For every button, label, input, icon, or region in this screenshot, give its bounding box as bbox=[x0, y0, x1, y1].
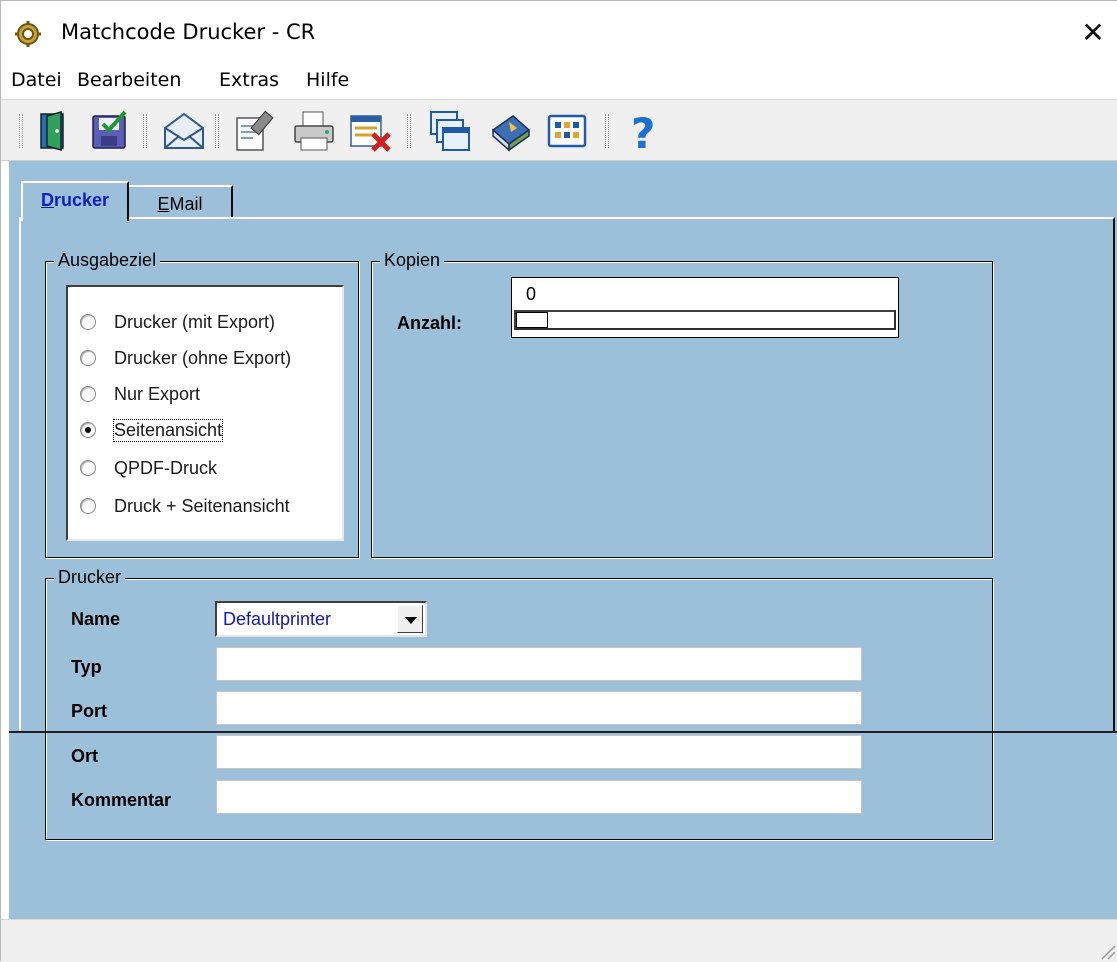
email-envelope-icon bbox=[164, 112, 204, 149]
radio-button[interactable] bbox=[80, 498, 96, 514]
exit-door-icon bbox=[40, 111, 64, 151]
anzahl-slider[interactable] bbox=[514, 310, 896, 330]
radio-label: Drucker (ohne Export) bbox=[114, 347, 292, 368]
gear-icon bbox=[15, 21, 41, 47]
tab-drucker[interactable]: Drucker bbox=[21, 181, 129, 221]
typ-label: Typ bbox=[71, 657, 102, 677]
radio-qpdf-druck[interactable]: QPDF-Druck bbox=[80, 455, 217, 481]
printer-name-value: Defaultprinter bbox=[223, 609, 332, 629]
menu-extras[interactable]: Extras bbox=[219, 69, 279, 91]
drucker-legend: Drucker bbox=[54, 567, 126, 588]
tab-email-label: Mail bbox=[169, 194, 203, 214]
anzahl-value: 0 bbox=[526, 284, 537, 304]
chevron-down-icon[interactable] bbox=[397, 605, 423, 633]
radio-button[interactable] bbox=[80, 350, 96, 366]
ausgabeziel-radio-list: Drucker (mit Export) Drucker (ohne Expor… bbox=[66, 285, 344, 541]
ort-field[interactable] bbox=[216, 735, 862, 769]
title-bar: Matchcode Drucker - CR ✕ bbox=[1, 1, 1117, 65]
panel-bottom-border bbox=[9, 731, 1117, 733]
book-icon bbox=[491, 115, 531, 152]
app-window: Matchcode Drucker - CR ✕ Datei Bearbeite… bbox=[0, 0, 1117, 962]
name-label: Name bbox=[71, 609, 121, 629]
save-button[interactable] bbox=[87, 108, 133, 154]
print-button[interactable] bbox=[291, 108, 337, 154]
radio-button-checked[interactable] bbox=[80, 422, 96, 438]
port-field[interactable] bbox=[216, 691, 862, 725]
tab-email[interactable]: EMail bbox=[129, 185, 233, 219]
menu-bearbeiten[interactable]: Bearbeiten bbox=[77, 69, 181, 91]
radio-button[interactable] bbox=[80, 314, 96, 330]
help-button[interactable]: ? bbox=[621, 108, 667, 158]
toolbar-separator bbox=[19, 114, 23, 148]
anzahl-spinner[interactable]: 0 bbox=[511, 277, 899, 338]
close-button[interactable]: ✕ bbox=[1071, 11, 1115, 55]
radio-nur-export[interactable]: Nur Export bbox=[80, 381, 200, 407]
menu-bar: Datei Bearbeiten Extras Hilfe bbox=[1, 65, 1117, 99]
radio-label: Seitenansicht bbox=[112, 418, 224, 442]
tab-drucker-label: rucker bbox=[53, 190, 110, 210]
grid-view-icon bbox=[547, 114, 587, 148]
kommentar-label: Kommentar bbox=[71, 790, 172, 810]
toolbar-separator bbox=[605, 114, 609, 148]
delete-list-icon bbox=[350, 115, 391, 152]
radio-drucker-ohne-export[interactable]: Drucker (ohne Export) bbox=[80, 345, 291, 371]
delete-button[interactable] bbox=[347, 108, 393, 154]
radio-label: Nur Export bbox=[114, 383, 201, 404]
radio-seitenansicht[interactable]: Seitenansicht bbox=[80, 417, 224, 443]
ausgabeziel-legend: Ausgabeziel bbox=[54, 250, 161, 271]
toolbar-separator bbox=[215, 114, 219, 148]
tab-drucker-mnemonic: D bbox=[40, 190, 54, 210]
close-icon: ✕ bbox=[1081, 16, 1105, 49]
kommentar-field[interactable] bbox=[216, 780, 862, 814]
save-check-icon bbox=[92, 110, 127, 149]
radio-label: Drucker (mit Export) bbox=[114, 311, 276, 332]
resize-grip-icon[interactable] bbox=[1098, 942, 1116, 960]
status-bar bbox=[1, 919, 1117, 962]
toolbar-separator bbox=[407, 114, 411, 148]
typ-field[interactable] bbox=[216, 647, 862, 681]
radio-label: Druck + Seitenansicht bbox=[114, 495, 290, 516]
printer-name-select[interactable]: Defaultprinter bbox=[215, 601, 427, 637]
svg-text:?: ? bbox=[631, 109, 655, 154]
port-label: Port bbox=[71, 701, 107, 721]
copy-windows-icon bbox=[430, 111, 470, 151]
menu-datei[interactable]: Datei bbox=[11, 69, 62, 91]
edit-document-icon bbox=[236, 110, 274, 151]
edit-button[interactable] bbox=[231, 108, 277, 154]
copy-button[interactable] bbox=[427, 108, 473, 154]
toolbar: ? bbox=[1, 99, 1117, 161]
radio-button[interactable] bbox=[80, 460, 96, 476]
toolbar-separator bbox=[143, 114, 147, 148]
slider-thumb[interactable] bbox=[516, 312, 548, 328]
exit-button[interactable] bbox=[33, 108, 79, 154]
radio-drucker-mit-export[interactable]: Drucker (mit Export) bbox=[80, 309, 275, 335]
anzahl-label: Anzahl: bbox=[397, 313, 462, 333]
grid-view-button[interactable] bbox=[545, 108, 591, 154]
menu-hilfe[interactable]: Hilfe bbox=[306, 69, 349, 91]
kopien-legend: Kopien bbox=[380, 250, 445, 271]
tab-email-mnemonic: E bbox=[157, 194, 170, 214]
ort-label: Ort bbox=[71, 746, 98, 766]
window-title: Matchcode Drucker - CR bbox=[61, 20, 316, 44]
radio-druck-seitenansicht[interactable]: Druck + Seitenansicht bbox=[80, 493, 290, 519]
radio-button[interactable] bbox=[80, 386, 96, 402]
book-button[interactable] bbox=[487, 108, 533, 154]
radio-label: QPDF-Druck bbox=[114, 457, 217, 478]
help-icon: ? bbox=[631, 109, 655, 158]
email-button[interactable] bbox=[161, 108, 207, 154]
printer-icon bbox=[294, 111, 334, 151]
